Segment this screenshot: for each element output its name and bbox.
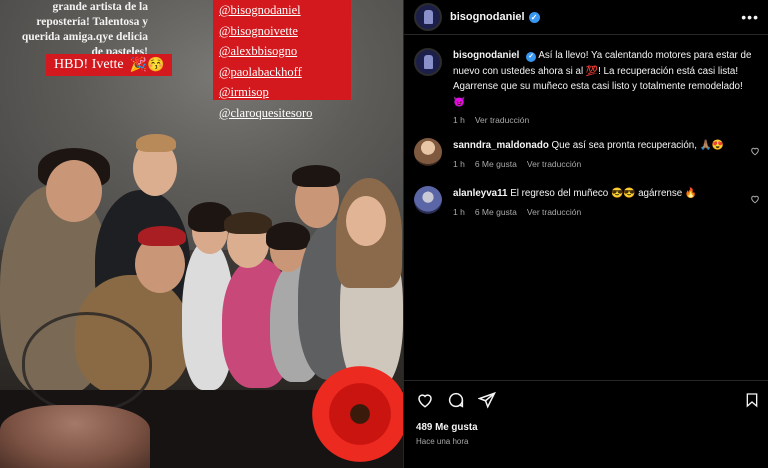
- post-photo[interactable]: grande artista de la repostería! Talento…: [0, 0, 403, 468]
- comment-time: 1 h: [453, 206, 465, 217]
- hbd-text: HBD! Ivette: [54, 57, 124, 72]
- person-7-hair: [292, 165, 340, 187]
- comment-text: alanleyva11 El regreso del muñeco 😎😎 agá…: [453, 186, 753, 202]
- post-panel: bisognodaniel ✓ ••• bisognodaniel ✓ Así …: [403, 0, 768, 468]
- cake-topper: [22, 312, 152, 412]
- post-time: Hace una hora: [416, 437, 469, 446]
- story-tags: @bisognodaniel @bisognoivette @alexbbiso…: [213, 0, 351, 120]
- translate-link[interactable]: Ver traducción: [527, 207, 581, 217]
- person-3-bandana: [138, 226, 186, 246]
- commenter-avatar[interactable]: [414, 186, 442, 214]
- commenter-username[interactable]: sanndra_maldonado: [453, 140, 549, 151]
- comment-likes[interactable]: 6 Me gusta: [475, 159, 517, 169]
- hbd-label: HBD! Ivette 🎉😚: [46, 54, 173, 76]
- story-tag[interactable]: @bisognodaniel: [219, 0, 345, 21]
- person-6-hair: [266, 222, 310, 250]
- comment-item: sanndra_maldonado Que así sea pronta rec…: [414, 138, 764, 169]
- comment-likes[interactable]: 6 Me gusta: [475, 207, 517, 217]
- commenter-avatar[interactable]: [414, 138, 442, 166]
- likes-count[interactable]: 489 Me gusta: [416, 422, 478, 433]
- caption-time: 1 h: [453, 115, 465, 125]
- verified-badge-icon: ✓: [528, 11, 540, 23]
- comment-bubble-icon[interactable]: [447, 391, 465, 409]
- story-tag[interactable]: @irmisop: [219, 82, 345, 103]
- comment-meta: 1 h 6 Me gusta Ver traducción: [453, 207, 753, 217]
- more-options-icon[interactable]: •••: [741, 9, 759, 25]
- comment-content: Que así sea pronta recuperación, 🙏🏽😍: [551, 140, 725, 151]
- caption-username[interactable]: bisognodaniel: [453, 50, 519, 61]
- story-caption: grande artista de la repostería! Talento…: [21, 1, 148, 58]
- story-tag[interactable]: @paolabackhoff: [219, 62, 345, 83]
- comment-content: El regreso del muñeco 😎😎 agárrense 🔥: [510, 188, 698, 199]
- caption-meta: 1 h Ver traducción: [453, 115, 753, 125]
- red-flower: [312, 366, 403, 462]
- caption-text: bisognodaniel ✓ Así la llevo! Ya calenta…: [453, 48, 753, 110]
- avatar-figure-icon: [423, 55, 433, 69]
- share-send-icon[interactable]: [478, 391, 496, 409]
- comment-meta: 1 h 6 Me gusta Ver traducción: [453, 159, 753, 169]
- post-header: bisognodaniel ✓ •••: [404, 0, 768, 35]
- cake: [0, 405, 150, 468]
- translate-link[interactable]: Ver traducción: [527, 159, 581, 169]
- author-username[interactable]: bisognodaniel: [450, 11, 525, 23]
- hbd-emoji: 🎉😚: [129, 57, 165, 73]
- verified-badge-icon: ✓: [526, 51, 537, 62]
- bookmark-icon[interactable]: [743, 391, 761, 409]
- post-actions: 489 Me gusta Hace una hora: [404, 380, 768, 468]
- post-caption: bisognodaniel ✓ Así la llevo! Ya calenta…: [414, 48, 764, 125]
- comment-time: 1 h: [453, 158, 465, 169]
- comment-text: sanndra_maldonado Que así sea pronta rec…: [453, 138, 753, 154]
- comment-body: alanleyva11 El regreso del muñeco 😎😎 agá…: [453, 186, 753, 217]
- comment-item: alanleyva11 El regreso del muñeco 😎😎 agá…: [414, 186, 764, 217]
- comment-body: sanndra_maldonado Que así sea pronta rec…: [453, 138, 753, 169]
- story-tag[interactable]: @claroquesitesoro: [219, 103, 345, 124]
- caption-body: bisognodaniel ✓ Así la llevo! Ya calenta…: [453, 48, 753, 125]
- like-heart-icon[interactable]: [416, 391, 434, 409]
- comment-like-heart-icon[interactable]: [750, 194, 760, 204]
- caption-avatar[interactable]: [414, 48, 442, 76]
- person-2-hair: [136, 134, 176, 152]
- person-8-head: [346, 196, 386, 246]
- commenter-username[interactable]: alanleyva11: [453, 188, 507, 199]
- author-avatar[interactable]: [414, 3, 442, 31]
- story-tag[interactable]: @bisognoivette: [219, 21, 345, 42]
- comment-like-heart-icon[interactable]: [750, 146, 760, 156]
- story-tag[interactable]: @alexbbisogno: [219, 41, 345, 62]
- avatar-figure-icon: [423, 10, 433, 24]
- translate-link[interactable]: Ver traducción: [475, 115, 529, 125]
- person-1-head: [46, 160, 102, 222]
- action-icons: [416, 391, 496, 409]
- person-5-hair: [224, 212, 272, 234]
